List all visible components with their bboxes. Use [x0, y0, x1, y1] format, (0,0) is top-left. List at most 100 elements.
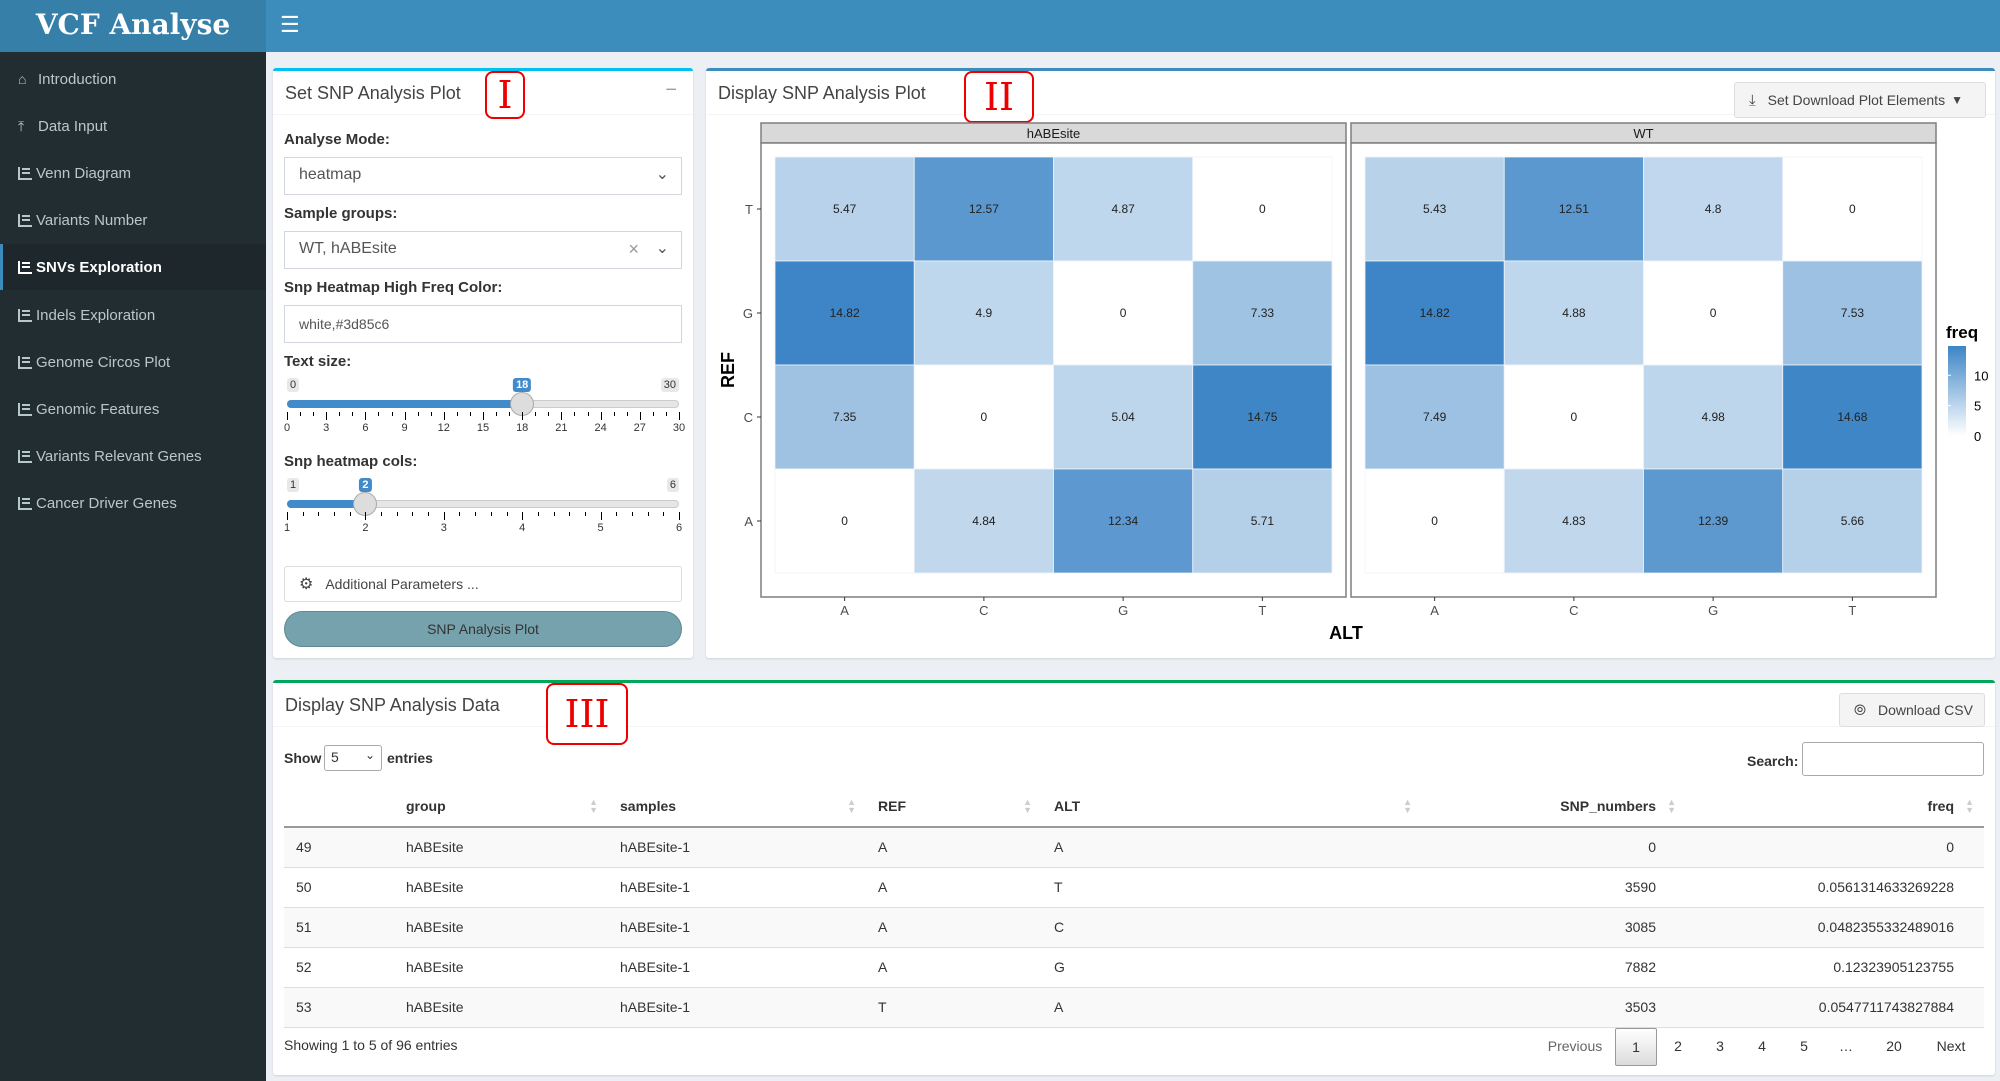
cell-alt: A — [1042, 827, 1422, 868]
cell-samples: hABEsite-1 — [608, 987, 866, 1028]
additional-parameters-button[interactable]: ⚙ Additional Parameters ... — [284, 566, 682, 602]
analyse-mode-select[interactable]: heatmap ⌄ — [284, 157, 682, 195]
upload-icon: ⤒ — [18, 117, 25, 134]
legend-tick-label: 10 — [1974, 368, 1988, 383]
pagination-previous[interactable]: Previous — [1535, 1028, 1615, 1066]
page-length-select[interactable]: 5 ⌄ — [324, 745, 382, 771]
column-header-ref[interactable]: REF ▲ ▼ — [866, 785, 1042, 828]
sidebar-item-genomic-features[interactable]: Genomic Features — [0, 386, 266, 432]
heatmap-cols-slider[interactable]: 1 6 2 1 2 3 4 5 6 — [284, 478, 682, 538]
slider-tick — [522, 412, 524, 420]
pagination-page-1[interactable]: 1 — [1615, 1028, 1657, 1066]
cell-snp-numbers: 0 — [1422, 827, 1686, 868]
chevron-down-icon: ⌄ — [655, 240, 669, 257]
sidebar-item-snvs-exploration[interactable]: SNVs Exploration — [0, 244, 266, 290]
cell-ref: A — [866, 827, 1042, 868]
heatmap-cell-label: 0 — [1571, 410, 1578, 424]
hamburger-icon[interactable]: ☰ — [280, 12, 300, 38]
heatmap-cell-label: 4.8 — [1705, 202, 1722, 216]
column-header-index[interactable] — [284, 785, 394, 828]
slider-tick-label: 30 — [672, 422, 686, 434]
heatmap-cell-label: 4.88 — [1562, 306, 1586, 320]
y-axis-tick-label: G — [743, 306, 753, 321]
collapse-button[interactable]: − — [665, 79, 677, 102]
cell-alt: C — [1042, 907, 1422, 948]
cell-group: hABEsite — [394, 827, 608, 868]
sidebar-item-variants-relevant-genes[interactable]: Variants Relevant Genes — [0, 433, 266, 479]
slider-tick-label: 27 — [633, 422, 646, 434]
table-row[interactable]: 52 hABEsite hABEsite-1 A G 7882 0.123239051237… — [284, 947, 1984, 988]
sidebar-item-label: Genomic Features — [36, 400, 160, 418]
sort-icon: ▲ ▼ — [1667, 797, 1676, 815]
slider-tick-label: 3 — [323, 422, 330, 434]
pagination-next[interactable]: Next — [1921, 1028, 1981, 1066]
entries-label: entries — [387, 750, 433, 766]
heatmap-cell-label: 14.75 — [1247, 410, 1277, 424]
sidebar-item-cancer-driver-genes[interactable]: Cancer Driver Genes — [0, 480, 266, 526]
analyse-mode-value: heatmap — [299, 166, 362, 183]
slider-tick — [665, 412, 667, 416]
sample-groups-select[interactable]: WT, hABEsite × ⌄ — [284, 231, 682, 269]
pagination-page-5[interactable]: 5 — [1783, 1028, 1825, 1066]
table-row[interactable]: 51 hABEsite hABEsite-1 A C 3085 0.048235533248… — [284, 907, 1984, 948]
table-row[interactable]: 53 hABEsite hABEsite-1 T A 3503 0.054771174382… — [284, 987, 1984, 1028]
column-header-alt[interactable]: ALT ▲ ▼ — [1042, 785, 1422, 828]
facet-strip-label: WT — [1633, 126, 1653, 141]
column-header-samples[interactable]: samples ▲ ▼ — [608, 785, 866, 828]
sidebar-item-introduction[interactable]: ⌂ Introduction — [0, 56, 266, 102]
bar-chart-icon — [18, 213, 32, 227]
sidebar-item-variants-number[interactable]: Variants Number — [0, 197, 266, 243]
clear-icon[interactable]: × — [628, 239, 639, 260]
slider-tick-label: 5 — [597, 522, 604, 534]
sidebar-item-venn-diagram[interactable]: Venn Diagram — [0, 150, 266, 196]
slider-tick — [404, 412, 406, 420]
high-freq-color-input[interactable] — [284, 305, 682, 343]
heatmap-cell-label: 14.68 — [1837, 410, 1867, 424]
sidebar-item-label: SNVs Exploration — [36, 258, 162, 276]
pagination-page-4[interactable]: 4 — [1741, 1028, 1783, 1066]
heatmap-cell-label: 14.82 — [1420, 306, 1450, 320]
y-axis-tick-label: C — [744, 410, 753, 425]
slider-tick — [561, 412, 563, 420]
slider-tick-label: 24 — [594, 422, 607, 434]
heatmap-cols-label: Snp heatmap cols: — [284, 453, 418, 470]
facet-strip-label: hABEsite — [1027, 126, 1080, 141]
sidebar-item-data-input[interactable]: ⤒ Data Input — [0, 103, 266, 149]
slider-tick-label: 0 — [283, 422, 291, 434]
pagination-page-2[interactable]: 2 — [1657, 1028, 1699, 1066]
cell-alt: T — [1042, 867, 1422, 908]
text-size-label: Text size: — [284, 353, 352, 370]
y-axis-tick-label: A — [744, 514, 753, 529]
snp-analysis-plot-button[interactable]: SNP Analysis Plot — [284, 611, 682, 647]
download-csv-button[interactable]: ⦾ Download CSV — [1839, 693, 1985, 727]
slider-tick — [352, 412, 354, 416]
column-header-freq[interactable]: freq ▲ ▼ — [1686, 785, 1984, 828]
column-header-group[interactable]: group ▲ ▼ — [394, 785, 608, 828]
slider-tick — [412, 512, 414, 516]
slider-tick — [569, 512, 571, 516]
show-label: Show — [284, 750, 322, 766]
cell-snp-numbers: 7882 — [1422, 947, 1686, 988]
annotation-marker-3: III — [546, 683, 628, 745]
cell-index: 49 — [284, 827, 394, 868]
slider-tick — [318, 512, 320, 516]
slider-tick — [639, 412, 641, 420]
sidebar-item-genome-circos-plot[interactable]: Genome Circos Plot — [0, 339, 266, 385]
sidebar-item-label: Variants Number — [36, 211, 148, 229]
slider-tick — [287, 512, 288, 520]
slider-tick-label: 2 — [362, 522, 369, 534]
pagination-page-20[interactable]: 20 — [1867, 1028, 1921, 1066]
search-input[interactable] — [1802, 742, 1984, 776]
slider-tick — [326, 412, 328, 420]
table-row[interactable]: 50 hABEsite hABEsite-1 A T 3590 0.056131463326… — [284, 867, 1984, 908]
pagination-page-3[interactable]: 3 — [1699, 1028, 1741, 1066]
column-header-snp-numbers[interactable]: SNP_numbers ▲ ▼ — [1422, 785, 1686, 828]
slider-tick — [647, 512, 649, 516]
bar-chart-icon — [18, 308, 32, 322]
sidebar-item-indels-exploration[interactable]: Indels Exploration — [0, 292, 266, 338]
text-size-slider[interactable]: 0 30 18 0 3 6 9 12 15 18 21 24 27 30 — [283, 378, 685, 438]
pagination-ellipsis: … — [1839, 1038, 1853, 1054]
cell-snp-numbers: 3503 — [1422, 987, 1686, 1028]
cell-index: 50 — [284, 867, 394, 908]
table-row[interactable]: 49 hABEsite hABEsite-1 A A 0 0 — [284, 827, 1984, 868]
